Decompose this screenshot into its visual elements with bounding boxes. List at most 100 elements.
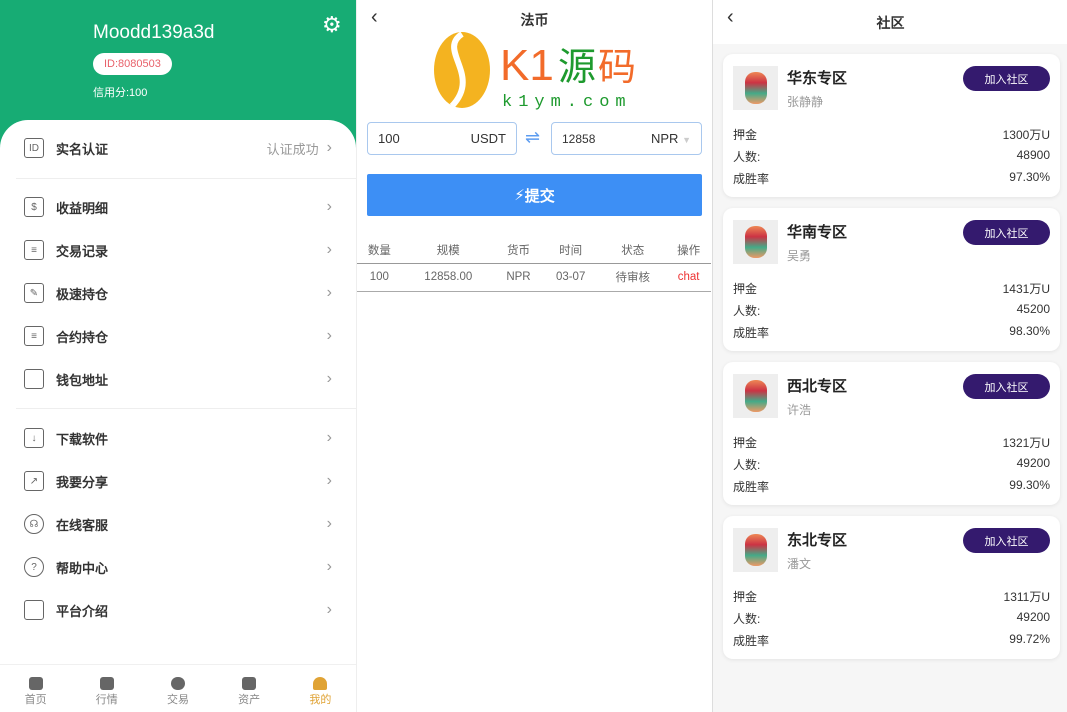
username: Moodd139a3d bbox=[93, 22, 215, 43]
clipboard-icon: ≡ bbox=[24, 240, 44, 260]
nav-home[interactable]: 首页 bbox=[25, 665, 47, 712]
chevron-right-icon: › bbox=[326, 515, 332, 532]
menu-item-share[interactable]: ↗ 我要分享 › bbox=[24, 463, 332, 499]
download-icon: ↓ bbox=[24, 428, 44, 448]
page-title: 社区 bbox=[876, 15, 905, 31]
winrate-value: 97.30% bbox=[1009, 170, 1050, 184]
chevron-right-icon: › bbox=[326, 327, 332, 344]
submit-button[interactable]: ⚡ 提交 bbox=[367, 174, 702, 216]
deposit-label: 押金 bbox=[733, 128, 758, 142]
members-value: 48900 bbox=[1016, 148, 1050, 162]
join-community-button[interactable]: 加入社区 bbox=[963, 374, 1050, 399]
col-header: 货币 bbox=[494, 238, 543, 264]
menu-label: 合约持仓 bbox=[56, 329, 109, 345]
menu-item-fast-positions[interactable]: ✎ 极速持仓 › bbox=[24, 275, 332, 311]
gear-icon[interactable]: ⚙ bbox=[322, 12, 342, 38]
menu-item-verification[interactable]: ID 实名认证 认证成功 › bbox=[24, 130, 332, 166]
help-icon: ? bbox=[24, 557, 44, 577]
winrate-label: 成胜率 bbox=[733, 634, 770, 648]
community-owner: 潘文 bbox=[787, 557, 812, 571]
nav-trade[interactable]: 交易 bbox=[167, 665, 189, 712]
chevron-right-icon: › bbox=[326, 241, 332, 258]
table-row: 100 12858.00 NPR 03-07 待审核 chat bbox=[357, 263, 711, 292]
nav-mine[interactable]: 我的 bbox=[309, 665, 331, 712]
chevron-right-icon: › bbox=[326, 370, 332, 387]
winrate-row: 成胜率 99.72% bbox=[733, 632, 1050, 649]
deposit-value: 1431万U bbox=[1002, 282, 1050, 296]
chevron-right-icon: › bbox=[326, 601, 332, 618]
chevron-right-icon: › bbox=[326, 284, 332, 301]
join-community-button[interactable]: 加入社区 bbox=[963, 220, 1050, 245]
to-currency: NPR bbox=[651, 131, 679, 146]
join-community-button[interactable]: 加入社区 bbox=[963, 528, 1050, 553]
nav-market[interactable]: 行情 bbox=[96, 665, 118, 712]
winrate-row: 成胜率 98.30% bbox=[733, 324, 1050, 341]
menu-label: 帮助中心 bbox=[56, 560, 109, 576]
menu-item-contract-positions[interactable]: ≡ 合约持仓 › bbox=[24, 318, 332, 354]
community-avatar bbox=[733, 220, 778, 264]
divider bbox=[16, 408, 356, 409]
members-label: 人数: bbox=[733, 304, 761, 318]
menu-label: 收益明细 bbox=[56, 200, 109, 216]
share-icon: ↗ bbox=[24, 471, 44, 491]
chevron-right-icon: › bbox=[326, 558, 332, 575]
currency-select[interactable]: NPR ▼ bbox=[651, 131, 691, 146]
menu-label: 在线客服 bbox=[56, 517, 109, 533]
join-community-button[interactable]: 加入社区 bbox=[963, 66, 1050, 91]
orders-table: 数量 规模 货币 时间 状态 操作 100 12858.00 NPR 03-07 待审核 chat bbox=[357, 238, 711, 292]
credit-score: 信用分:100 bbox=[93, 87, 148, 99]
community-name: 东北专区 bbox=[787, 532, 848, 549]
community-avatar bbox=[733, 66, 778, 110]
exchange-icon bbox=[170, 677, 185, 690]
col-header: 状态 bbox=[599, 238, 667, 264]
chevron-right-icon: › bbox=[326, 139, 332, 156]
menu-item-about[interactable]: 平台介绍 › bbox=[24, 592, 332, 628]
nav-label: 行情 bbox=[95, 694, 118, 706]
menu-label: 我要分享 bbox=[56, 474, 109, 490]
nav-label: 首页 bbox=[24, 694, 47, 706]
swap-icon[interactable]: ⇌ bbox=[525, 127, 540, 148]
chat-link[interactable]: chat bbox=[666, 263, 711, 292]
community-owner: 张静静 bbox=[787, 95, 824, 109]
cell-scale: 12858.00 bbox=[401, 263, 495, 292]
monitor-icon bbox=[24, 600, 44, 620]
members-row: 人数: 49200 bbox=[733, 456, 1050, 473]
menu-item-wallet[interactable]: 钱包地址 › bbox=[24, 361, 332, 397]
community-name: 西北专区 bbox=[787, 378, 848, 395]
menu-item-earnings[interactable]: $ 收益明细 › bbox=[24, 189, 332, 225]
cell-quantity: 100 bbox=[357, 263, 402, 292]
community-name: 华南专区 bbox=[787, 224, 848, 241]
menu-item-download[interactable]: ↓ 下载软件 › bbox=[24, 420, 332, 456]
receipt-icon: $ bbox=[24, 197, 44, 217]
menu-list: ID 实名认证 认证成功 › $ 收益明细 › ≡ 交易记录 › ✎ 极速持仓 › ≡ 合约持仓 › … bbox=[0, 120, 356, 680]
chevron-right-icon: › bbox=[326, 198, 332, 215]
menu-item-help[interactable]: ? 帮助中心 › bbox=[24, 549, 332, 585]
converted-input[interactable]: 12858 NPR ▼ bbox=[551, 122, 702, 155]
community-owner: 吴勇 bbox=[787, 249, 812, 263]
winrate-row: 成胜率 97.30% bbox=[733, 170, 1050, 187]
community-panel: ‹ 社区 华东专区 张静静 加入社区 押金 1300万U 人数: 48900 成胜率… bbox=[712, 0, 1067, 712]
menu-item-support[interactable]: ☊ 在线客服 › bbox=[24, 506, 332, 542]
submit-label: 提交 bbox=[524, 187, 555, 205]
community-card: 东北专区 潘文 加入社区 押金 1311万U 人数: 49200 成胜率 99.72% bbox=[723, 516, 1060, 659]
nav-label: 资产 bbox=[238, 694, 261, 706]
members-label: 人数: bbox=[733, 612, 761, 626]
winrate-value: 98.30% bbox=[1009, 324, 1050, 338]
wallet-icon bbox=[242, 677, 257, 690]
deposit-row: 押金 1321万U bbox=[733, 434, 1050, 451]
col-header: 时间 bbox=[542, 238, 600, 264]
winrate-label: 成胜率 bbox=[733, 326, 770, 340]
from-currency: USDT bbox=[470, 131, 506, 146]
community-avatar bbox=[733, 528, 778, 572]
nav-assets[interactable]: 资产 bbox=[238, 665, 260, 712]
members-value: 49200 bbox=[1016, 610, 1050, 624]
winrate-row: 成胜率 99.30% bbox=[733, 478, 1050, 495]
members-value: 49200 bbox=[1016, 456, 1050, 470]
cell-time: 03-07 bbox=[542, 263, 600, 292]
menu-label: 下载软件 bbox=[56, 431, 109, 447]
user-icon bbox=[313, 677, 328, 690]
amount-input[interactable]: 100 USDT bbox=[367, 122, 517, 155]
community-card: 华东专区 张静静 加入社区 押金 1300万U 人数: 48900 成胜率 97.30… bbox=[723, 54, 1060, 197]
menu-item-trade-records[interactable]: ≡ 交易记录 › bbox=[24, 232, 332, 268]
edit-doc-icon: ✎ bbox=[24, 283, 44, 303]
